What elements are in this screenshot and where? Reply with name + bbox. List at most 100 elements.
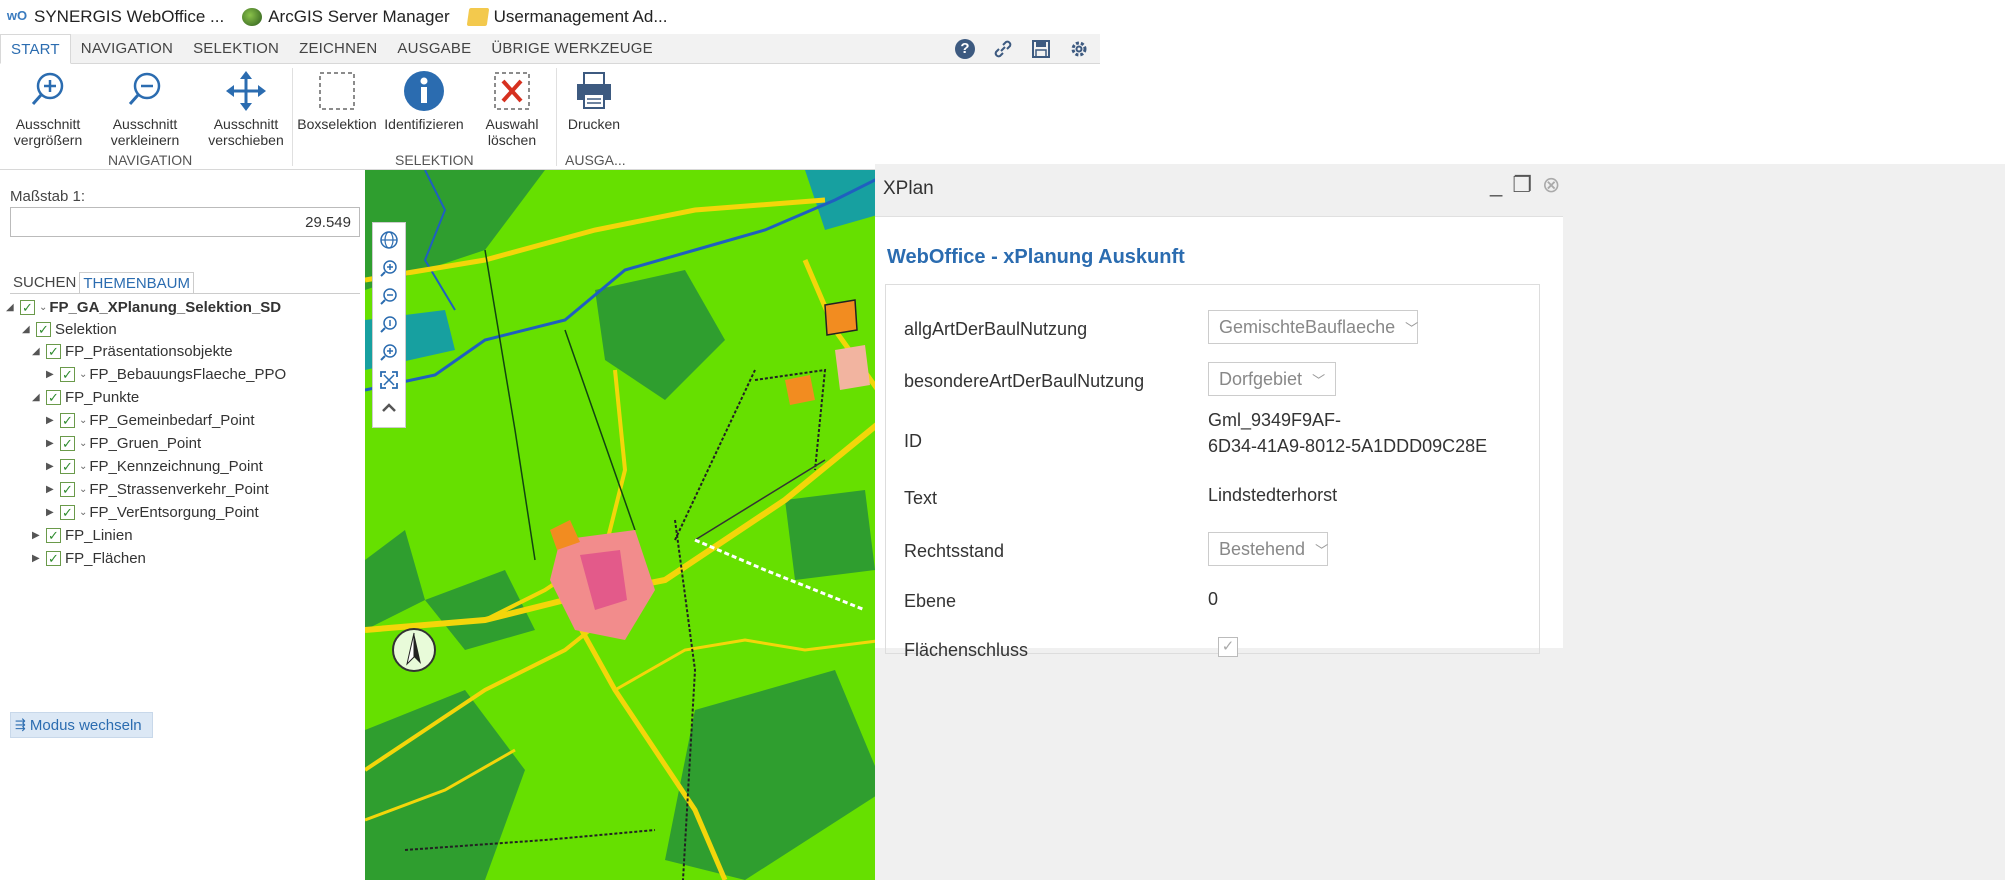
tabs-divider (10, 293, 360, 294)
minimize-icon[interactable]: _ (1490, 172, 1502, 198)
left-panel: Maßstab 1: 29.549 SUCHEN THEMENBAUM ◢ ✓ ⌄ F… (0, 170, 365, 880)
zoom-out-icon (125, 70, 165, 112)
info-icon (403, 70, 445, 112)
field-label-text: Text (904, 488, 938, 508)
tree-mode-icon: ⇶ (15, 717, 26, 732)
folder-icon (466, 8, 489, 26)
group-label-navigation: NAVIGATION (108, 152, 193, 168)
zoom-in-label-1: Ausschnitt (15, 116, 81, 132)
attribute-box: allgArtDerBaulNutzung GemischteBauflaech… (885, 284, 1540, 660)
tab-navigation[interactable]: NAVIGATION (71, 34, 183, 63)
zoom-out-label-1: Ausschnitt (112, 116, 178, 132)
bookmark-label: Usermanagement Ad... (493, 7, 668, 26)
printer-icon (574, 70, 614, 112)
flaechenschluss-checkbox[interactable]: ✓ (1218, 637, 1238, 657)
map-nav-toolbar (372, 222, 406, 428)
identify-label: Identifizieren (384, 116, 464, 132)
tab-themenbaum[interactable]: THEMENBAUM (79, 272, 195, 294)
print-button[interactable]: Drucken (562, 70, 626, 132)
zoom-previous-icon[interactable] (378, 313, 400, 335)
zoom-in-label-2: vergrößern (13, 132, 83, 148)
bookmark-weboffice[interactable]: wO SYNERGIS WebOffice ... (6, 7, 224, 27)
bookmark-label: ArcGIS Server Manager (268, 7, 450, 26)
tree-node[interactable]: ▶ ✓ ⌄ FP_Kennzeichnung_Point (46, 455, 263, 477)
full-extent-icon[interactable] (378, 369, 400, 391)
arcgis-icon (242, 8, 263, 26)
tab-start[interactable]: START (0, 34, 71, 64)
checkbox[interactable]: ✓ (60, 504, 75, 520)
bookmarks-bar: wO SYNERGIS WebOffice ... ArcGIS Server … (0, 0, 1100, 34)
bookmark-label: SYNERGIS WebOffice ... (34, 7, 225, 26)
save-icon[interactable] (1030, 38, 1052, 60)
dialog-side-area (1563, 216, 2005, 880)
tab-selektion[interactable]: SELEKTION (183, 34, 289, 63)
checkbox[interactable]: ✓ (46, 550, 61, 566)
identify-button[interactable]: Identifizieren (380, 70, 468, 132)
allg-art-select[interactable]: GemischteBauflaeche ﹀ (1208, 310, 1418, 344)
checkbox[interactable]: ✓ (20, 299, 35, 315)
clear-selection-button[interactable]: Auswahl löschen (478, 70, 546, 148)
north-arrow-icon (392, 628, 436, 672)
weboffice-icon: wO (6, 8, 28, 23)
scale-input[interactable]: 29.549 (10, 207, 360, 237)
tree-node[interactable]: ◢ ✓ FP_Präsentationsobjekte (32, 340, 233, 362)
tab-uebrige-werkzeuge[interactable]: ÜBRIGE WERKZEUGE (481, 34, 663, 63)
zoom-in-icon[interactable] (378, 257, 400, 279)
tree-node[interactable]: ◢ ✓ FP_Punkte (32, 386, 139, 408)
zoom-out-icon[interactable] (378, 285, 400, 307)
field-label-ebene: Ebene (904, 591, 957, 611)
bookmark-arcgis[interactable]: ArcGIS Server Manager (242, 7, 450, 27)
tree-node[interactable]: ◢ ✓ ⌄ FP_GA_XPlanung_Selektion_SD (6, 296, 281, 318)
tab-ausgabe[interactable]: AUSGABE (387, 34, 481, 63)
zoom-out-button[interactable]: Ausschnitt verkleinern (100, 70, 190, 148)
dialog-heading: WebOffice - xPlanung Auskunft (887, 246, 1185, 268)
tree-node[interactable]: ▶ ✓ ⌄ FP_Gemeinbedarf_Point (46, 409, 255, 431)
checkbox[interactable]: ✓ (60, 366, 75, 382)
chevron-up-icon[interactable] (378, 397, 400, 419)
ribbon-separator (292, 68, 293, 166)
checkbox[interactable]: ✓ (46, 343, 61, 359)
checkbox[interactable]: ✓ (60, 458, 75, 474)
close-icon[interactable]: ⊗ (1542, 172, 1560, 198)
tree-node[interactable]: ▶ ✓ ⌄ FP_BebauungsFlaeche_PPO (46, 363, 286, 385)
panel-tabs: SUCHEN THEMENBAUM (10, 272, 195, 294)
tree-node[interactable]: ◢ ✓ Selektion (22, 318, 117, 340)
checkbox[interactable]: ✓ (60, 481, 75, 497)
globe-icon[interactable] (378, 229, 400, 251)
tab-zeichnen[interactable]: ZEICHNEN (289, 34, 387, 63)
restore-icon[interactable]: ❐ (1512, 172, 1532, 198)
tree-node[interactable]: ▶ ✓ FP_Linien (32, 524, 133, 546)
bookmark-usermanagement[interactable]: Usermanagement Ad... (466, 7, 668, 27)
dialog-title: XPlan (883, 178, 934, 199)
clear-selection-icon (492, 70, 532, 112)
checkbox[interactable]: ✓ (60, 412, 75, 428)
zoom-next-icon[interactable] (378, 341, 400, 363)
zoom-in-button[interactable]: Ausschnitt vergrößern (6, 70, 90, 148)
tree-node[interactable]: ▶ ✓ ⌄ FP_Strassenverkehr_Point (46, 478, 269, 500)
link-icon[interactable] (992, 38, 1014, 60)
move-arrows-icon (226, 70, 266, 112)
field-label-allg: allgArtDerBaulNutzung (904, 319, 1088, 339)
checkbox[interactable]: ✓ (46, 527, 61, 543)
tree-node[interactable]: ▶ ✓ ⌄ FP_Gruen_Point (46, 432, 201, 454)
checkbox[interactable]: ✓ (60, 435, 75, 451)
checkbox[interactable]: ✓ (36, 321, 51, 337)
toolbar-icons: ? (954, 34, 1100, 63)
gear-icon[interactable] (1068, 38, 1090, 60)
tree-node[interactable]: ▶ ✓ ⌄ FP_VerEntsorgung_Point (46, 501, 259, 523)
boxselect-button[interactable]: Boxselektion (296, 70, 378, 132)
pan-button[interactable]: Ausschnitt verschieben (200, 70, 292, 148)
rechtsstand-select[interactable]: Bestehend ﹀ (1208, 532, 1328, 566)
besondere-art-select[interactable]: Dorfgebiet ﹀ (1208, 362, 1336, 396)
modus-wechseln-button[interactable]: ⇶ Modus wechseln (10, 712, 153, 738)
pan-label-2: verschieben (208, 132, 284, 148)
tab-suchen[interactable]: SUCHEN (10, 272, 79, 294)
print-label: Drucken (567, 116, 621, 132)
group-label-ausgabe: AUSGA... (565, 152, 626, 168)
id-value-line2: 6D34-41A9-8012-5A1DDD09C28E (1208, 436, 1488, 456)
checkbox[interactable]: ✓ (46, 389, 61, 405)
field-label-besondere: besondereArtDerBaulNutzung (904, 371, 1145, 391)
help-icon[interactable]: ? (954, 38, 976, 60)
tree-node[interactable]: ▶ ✓ FP_Flächen (32, 547, 146, 569)
clear-selection-label-2: löschen (487, 132, 537, 148)
